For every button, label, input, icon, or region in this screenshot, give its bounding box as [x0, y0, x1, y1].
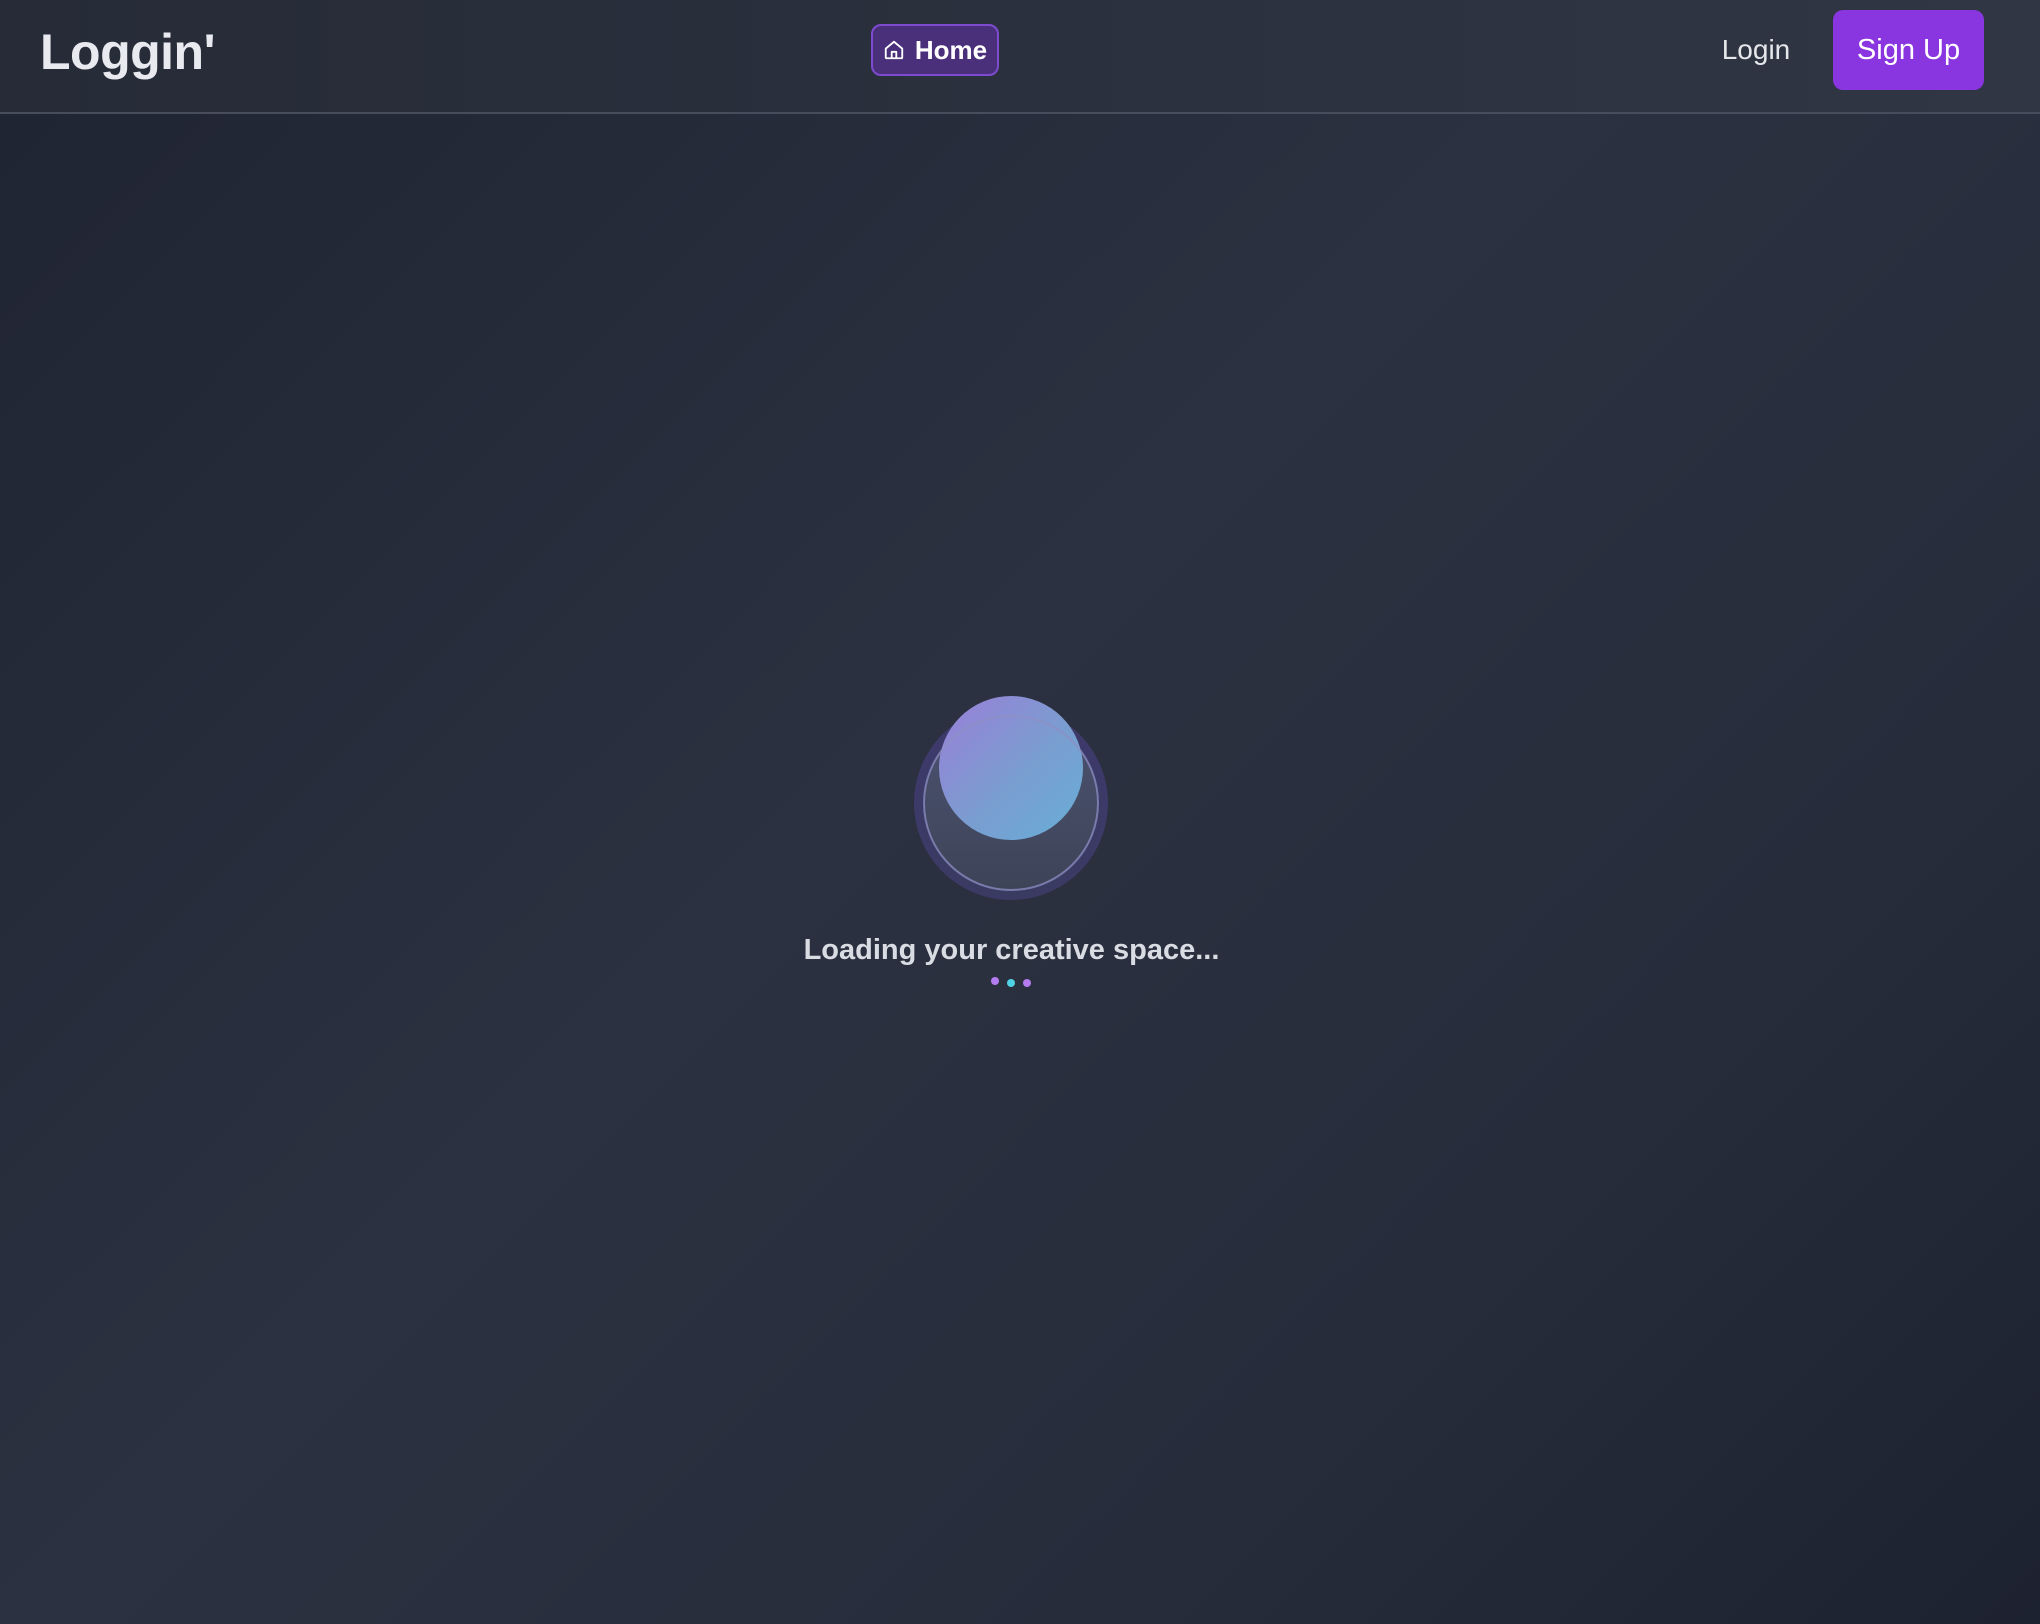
loading-message: Loading your creative space... [803, 934, 1220, 966]
loading-dots [990, 976, 1032, 990]
login-link[interactable]: Login [1704, 30, 1808, 70]
loading-dot [1023, 979, 1031, 987]
signup-button[interactable]: Sign Up [1833, 10, 1984, 90]
loading-dot [991, 977, 999, 985]
nav-home-button[interactable]: Home [871, 24, 999, 76]
loading-orb [910, 690, 1110, 900]
top-navbar: Loggin' Home Login Sign Up [0, 0, 2040, 114]
nav-home-label: Home [914, 34, 988, 65]
brand-logo[interactable]: Loggin' [40, 22, 216, 82]
loading-dot [1007, 979, 1015, 987]
home-icon [883, 39, 905, 61]
